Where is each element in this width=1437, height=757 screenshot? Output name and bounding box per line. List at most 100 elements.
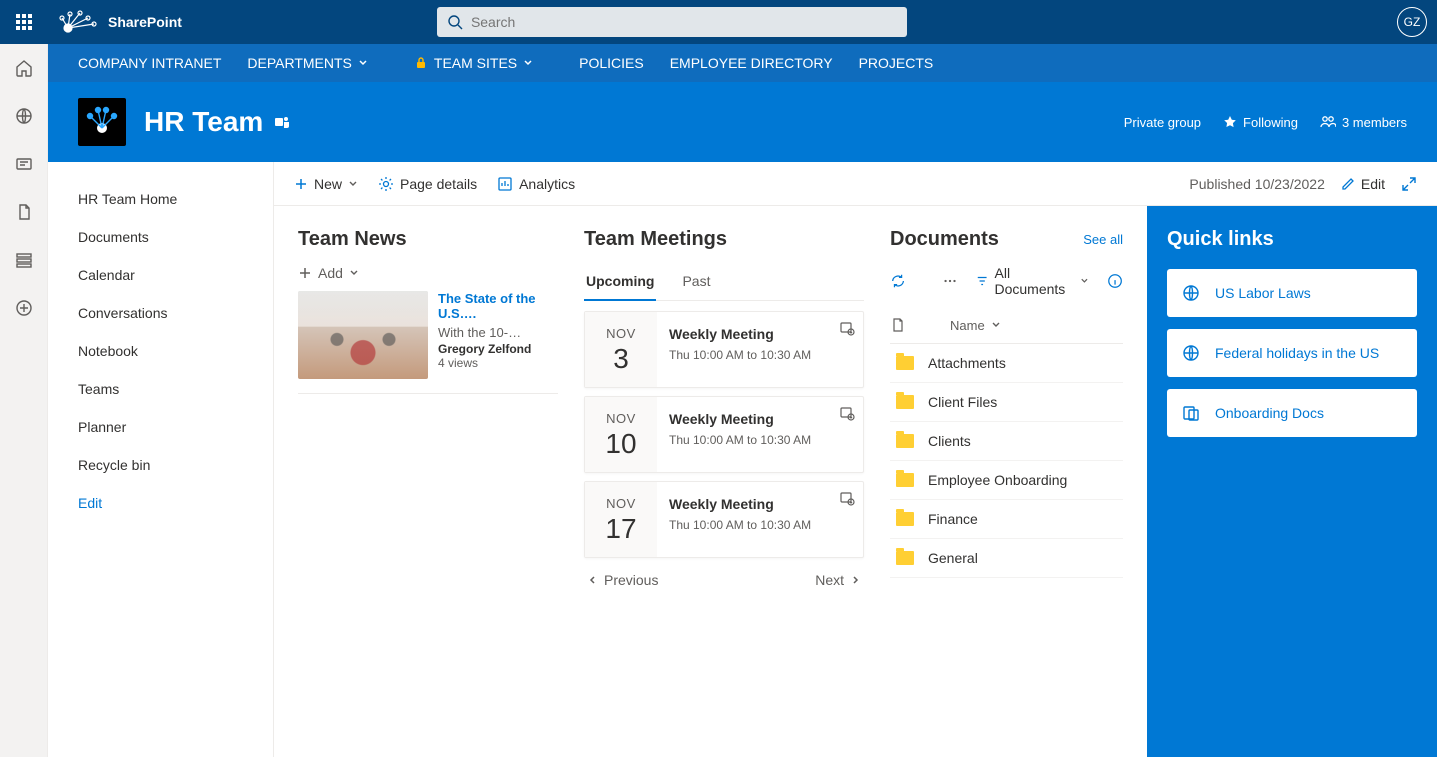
nav-calendar[interactable]: Calendar [78,256,273,294]
site-title: HR Team [144,106,263,138]
nav-notebook[interactable]: Notebook [78,332,273,370]
search-icon [447,14,463,30]
more-icon[interactable] [942,272,958,290]
nav-teams[interactable]: Teams [78,370,273,408]
analytics-icon [497,176,513,192]
folder-row[interactable]: General [890,539,1123,578]
folder-row[interactable]: Employee Onboarding [890,461,1123,500]
meetings-heading: Team Meetings [584,228,864,251]
privacy-label: Private group [1124,115,1201,130]
page-details-button[interactable]: Page details [378,176,477,192]
quick-link[interactable]: US Labor Laws [1167,269,1417,317]
star-icon [1223,115,1237,129]
chevron-down-icon [348,179,358,189]
app-launcher[interactable] [0,0,48,44]
folder-icon [896,551,914,565]
expand-icon[interactable] [1401,176,1417,192]
event-card[interactable]: NOV3 Weekly Meeting Thu 10:00 AM to 10:3… [584,311,864,388]
nav-home[interactable]: HR Team Home [78,180,273,218]
calendar-sync-icon [839,320,855,336]
analytics-button[interactable]: Analytics [497,176,575,192]
folder-icon [896,473,914,487]
site-logo[interactable] [78,98,126,146]
folder-row[interactable]: Finance [890,500,1123,539]
news-author: Gregory Zelfond [438,342,558,356]
list-icon[interactable] [14,250,34,270]
app-rail [0,44,48,757]
folder-icon [896,356,914,370]
view-selector[interactable]: All Documents [976,265,1089,297]
search-box[interactable] [437,7,907,37]
nav-conversations[interactable]: Conversations [78,294,273,332]
quick-link[interactable]: Onboarding Docs [1167,389,1417,437]
nav-recycle-bin[interactable]: Recycle bin [78,446,273,484]
nav-planner[interactable]: Planner [78,408,273,446]
add-circle-icon[interactable] [14,298,34,318]
see-all-link[interactable]: See all [1083,232,1123,247]
news-icon[interactable] [14,154,34,174]
tab-past[interactable]: Past [680,265,712,300]
news-item[interactable]: The State of the U.S…. With the 10-… Gre… [298,291,558,394]
next-button[interactable]: Next [815,572,860,588]
hub-projects[interactable]: PROJECTS [859,55,934,71]
suite-app-name: SharePoint [108,14,182,30]
chevron-right-icon [850,575,860,585]
lock-icon [414,56,428,70]
refresh-icon[interactable] [890,272,906,290]
documents-section: Documents See all All Documents [890,228,1123,757]
published-label: Published 10/23/2022 [1189,176,1324,192]
news-views: 4 views [438,356,558,370]
hub-nav: COMPANY INTRANET DEPARTMENTS TEAM SITES … [0,44,1437,82]
document-icon [890,317,906,333]
hub-company-intranet[interactable]: COMPANY INTRANET [78,55,221,71]
edit-button[interactable]: Edit [1341,176,1385,192]
info-icon[interactable] [1107,272,1123,290]
pencil-icon [1341,177,1355,191]
folder-icon [896,434,914,448]
nav-edit[interactable]: Edit [78,484,273,522]
hub-employee-directory[interactable]: EMPLOYEE DIRECTORY [670,55,833,71]
folder-row[interactable]: Attachments [890,344,1123,383]
globe-icon[interactable] [14,106,34,126]
user-avatar[interactable]: GZ [1397,7,1427,37]
new-button[interactable]: New [294,176,358,192]
suite-brand[interactable]: SharePoint [48,10,192,34]
chevron-down-icon [991,320,1001,330]
event-card[interactable]: NOV10 Weekly Meeting Thu 10:00 AM to 10:… [584,396,864,473]
home-icon[interactable] [14,58,34,78]
calendar-sync-icon [839,490,855,506]
sharepoint-logo-icon [58,10,98,34]
chevron-down-icon [358,58,368,68]
folder-row[interactable]: Client Files [890,383,1123,422]
following-button[interactable]: Following [1223,115,1298,130]
members-button[interactable]: 3 members [1320,115,1407,130]
documents-heading: Documents [890,228,999,251]
site-header: HR Team Private group Following 3 member… [0,82,1437,162]
globe-icon [1181,343,1201,363]
people-icon [1320,115,1336,129]
file-icon[interactable] [14,202,34,222]
event-card[interactable]: NOV17 Weekly Meeting Thu 10:00 AM to 10:… [584,481,864,558]
filter-icon [976,274,988,288]
quick-links-heading: Quick links [1167,228,1417,251]
news-section: Team News Add The State of the U.S…. Wit… [298,228,558,757]
news-add-button[interactable]: Add [298,265,558,281]
prev-button[interactable]: Previous [588,572,658,588]
library-icon [1181,403,1201,423]
calendar-sync-icon [839,405,855,421]
tab-upcoming[interactable]: Upcoming [584,265,656,301]
chevron-left-icon [588,575,598,585]
gear-icon [378,176,394,192]
teams-icon[interactable] [273,113,291,131]
hub-policies[interactable]: POLICIES [579,55,644,71]
news-title: The State of the U.S…. [438,291,558,321]
plus-icon [298,266,312,280]
hub-team-sites[interactable]: TEAM SITES [414,55,533,71]
command-bar: New Page details Analytics Published 10/… [274,162,1437,206]
hub-departments[interactable]: DEPARTMENTS [247,55,368,71]
column-name[interactable]: Name [950,318,1001,333]
search-input[interactable] [471,14,897,30]
folder-row[interactable]: Clients [890,422,1123,461]
nav-documents[interactable]: Documents [78,218,273,256]
quick-link[interactable]: Federal holidays in the US [1167,329,1417,377]
